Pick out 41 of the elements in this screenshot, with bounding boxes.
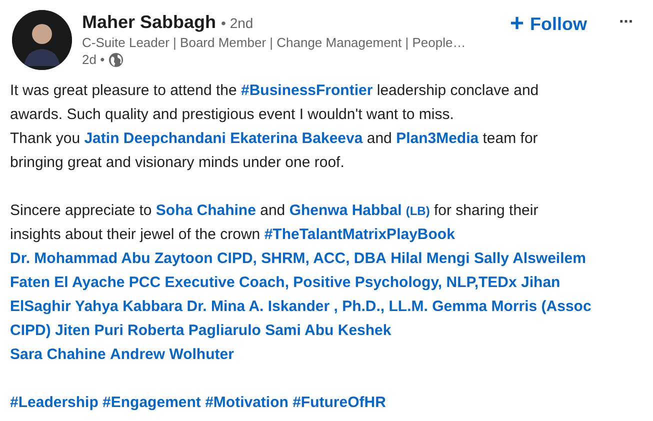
post-time: 2d •: [82, 52, 105, 67]
country-badge[interactable]: (LB): [406, 204, 430, 218]
link[interactable]: #TheTalantMatrixPlayBook: [264, 226, 455, 243]
globe-icon: [108, 52, 123, 66]
link[interactable]: Plan3Media: [396, 130, 479, 147]
link[interactable]: Hilal Mengi: [390, 250, 470, 267]
post-text: awards. Such quality and prestigious event I wouldn't want to miss.: [10, 105, 455, 125]
link[interactable]: #BusinessFrontier: [240, 82, 373, 99]
link[interactable]: Faten El Ayache PCC Executive Coach, Positive Psychology, NLP,TEDx: [10, 274, 517, 291]
link[interactable]: Sara Chahine: [10, 346, 106, 363]
link[interactable]: #Motivation: [205, 394, 288, 411]
link[interactable]: Gemma Morris (Assoc: [432, 298, 592, 315]
link[interactable]: Jatin Deepchandani: [84, 130, 226, 147]
link[interactable]: #Leadership: [10, 394, 98, 411]
link[interactable]: Sami Abu Keshek: [265, 322, 392, 339]
post-text: bringing great and visionary minds under one roof.: [10, 153, 346, 173]
follow-button[interactable]: + Follow: [504, 10, 594, 38]
link[interactable]: Jiten Puri: [55, 322, 124, 339]
link[interactable]: Dr. Mohammad Abu Zaytoon CIPD, SHRM, ACC, DBA: [10, 250, 386, 267]
author-headline: C-Suite Leader | Board Member | Change Management | People…: [82, 35, 467, 50]
link[interactable]: Sally Alsweilem: [474, 250, 586, 267]
link[interactable]: Dr. Mina A. Iskander , Ph.D., LL.M.: [186, 298, 428, 315]
link[interactable]: Ghenwa Habbal: [289, 202, 402, 219]
link[interactable]: #FutureOfHR: [292, 394, 386, 411]
post-text: It was great pleasure to attend the #BusinessFrontier leadership conclave and: [10, 81, 540, 101]
link[interactable]: Soha Chahine: [156, 202, 256, 219]
avatar-silhouette-icon[interactable]: [12, 10, 72, 70]
post-text: insights about their jewel of the crown #TheTalantMatrixPlayBook: [10, 225, 456, 245]
author-name[interactable]: Maher Sabbagh: [82, 12, 216, 33]
link[interactable]: Andrew Wolhuter: [110, 346, 234, 363]
link[interactable]: Jihan: [521, 274, 560, 291]
link[interactable]: Roberta Pagliarulo: [128, 322, 261, 339]
post-text: Sincere appreciate to Soha Chahine and Ghenwa Habbal (LB) for sharing their: [10, 201, 540, 221]
link[interactable]: Ekaterina Bakeeva: [230, 130, 363, 147]
connection-degree: • 2nd: [221, 15, 254, 31]
more-options-button[interactable]: ···: [615, 12, 637, 32]
link[interactable]: ElSaghir: [10, 298, 71, 315]
link[interactable]: #Engagement: [102, 394, 201, 411]
link[interactable]: Yahya Kabbara: [75, 298, 183, 315]
post-text: Thank you Jatin Deepchandani Ekaterina Bakeeva and Plan3Media team for: [10, 129, 539, 149]
link[interactable]: CIPD): [10, 322, 51, 339]
